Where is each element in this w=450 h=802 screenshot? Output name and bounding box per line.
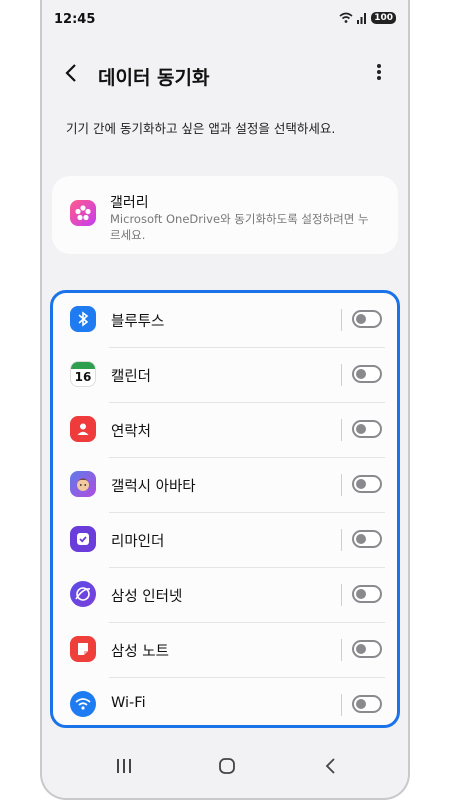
app-header: 데이터 동기화 xyxy=(64,62,388,90)
samsung-internet-icon xyxy=(70,581,96,607)
sync-item-label: 리마인더 xyxy=(111,534,165,550)
more-options-icon[interactable] xyxy=(376,62,382,87)
calendar-day: 16 xyxy=(74,370,92,384)
status-time: 12:45 xyxy=(54,12,96,27)
list-item[interactable]: 삼성 노트 xyxy=(53,623,397,678)
list-item[interactable]: 삼성 인터넷 xyxy=(53,568,397,623)
vertical-divider xyxy=(341,584,342,606)
list-item[interactable]: 리마인더 xyxy=(53,513,397,568)
status-bar: 12:45 100 xyxy=(54,12,396,30)
sync-items-list: 블루투스 16 캘린더 연락처 갤럭시 아바타 리마인더 삼성 인터넷 삼성 노… xyxy=(50,290,400,728)
vertical-divider xyxy=(341,364,342,386)
list-item[interactable]: Wi-Fi xyxy=(53,678,397,733)
samsung-internet-toggle[interactable] xyxy=(352,585,382,603)
list-item[interactable]: 블루투스 xyxy=(53,293,397,348)
gallery-icon xyxy=(70,200,96,226)
page-description: 기기 간에 동기화하고 싶은 앱과 설정을 선택하세요. xyxy=(66,121,336,136)
avatar-toggle[interactable] xyxy=(352,475,382,493)
list-item[interactable]: 연락처 xyxy=(53,403,397,458)
back-nav-icon[interactable] xyxy=(324,756,336,780)
sync-item-label: 삼성 노트 xyxy=(111,644,169,660)
avatar-icon xyxy=(70,471,96,497)
sync-item-label: 캘린더 xyxy=(111,369,152,385)
samsung-notes-toggle[interactable] xyxy=(352,640,382,658)
wifi-toggle[interactable] xyxy=(352,695,382,713)
wifi-status-icon xyxy=(339,12,353,23)
samsung-notes-icon xyxy=(70,636,96,662)
vertical-divider xyxy=(341,474,342,496)
list-item[interactable]: 갤럭시 아바타 xyxy=(53,458,397,513)
signal-icon xyxy=(357,13,367,24)
recent-apps-icon[interactable] xyxy=(116,756,132,780)
reminder-toggle[interactable] xyxy=(352,530,382,548)
gallery-subtitle: Microsoft OneDrive와 동기화하도록 설정하려면 누르세요. xyxy=(110,212,369,242)
list-item[interactable]: 16 캘린더 xyxy=(53,348,397,403)
vertical-divider xyxy=(341,639,342,661)
vertical-divider xyxy=(341,529,342,551)
sync-item-label: 갤럭시 아바타 xyxy=(111,479,196,495)
vertical-divider xyxy=(341,309,342,331)
reminder-icon xyxy=(70,526,96,552)
sync-item-label: 삼성 인터넷 xyxy=(111,589,183,605)
system-nav-bar xyxy=(42,750,408,790)
page-title: 데이터 동기화 xyxy=(98,67,210,89)
bluetooth-toggle[interactable] xyxy=(352,310,382,328)
contacts-toggle[interactable] xyxy=(352,420,382,438)
home-icon[interactable] xyxy=(218,756,236,780)
gallery-name: 갤러리 xyxy=(110,195,149,211)
sync-item-label: 블루투스 xyxy=(111,314,165,330)
battery-icon: 100 xyxy=(371,12,396,24)
sync-item-label: 연락처 xyxy=(111,424,152,440)
wifi-icon xyxy=(70,691,96,717)
back-arrow-icon[interactable] xyxy=(64,62,78,90)
calendar-toggle[interactable] xyxy=(352,365,382,383)
contacts-icon xyxy=(70,416,96,442)
vertical-divider xyxy=(341,419,342,441)
phone-frame: 12:45 100 데이터 동기화 기기 간에 동기화하고 싶은 앱과 설정을 … xyxy=(40,0,410,800)
status-icons: 100 xyxy=(339,12,396,24)
gallery-sync-card[interactable]: 갤러리 Microsoft OneDrive와 동기화하도록 설정하려면 누르세… xyxy=(52,176,398,254)
bluetooth-icon xyxy=(70,306,96,332)
calendar-icon: 16 xyxy=(70,361,96,387)
sync-item-label: Wi-Fi xyxy=(111,695,146,711)
vertical-divider xyxy=(341,694,342,716)
